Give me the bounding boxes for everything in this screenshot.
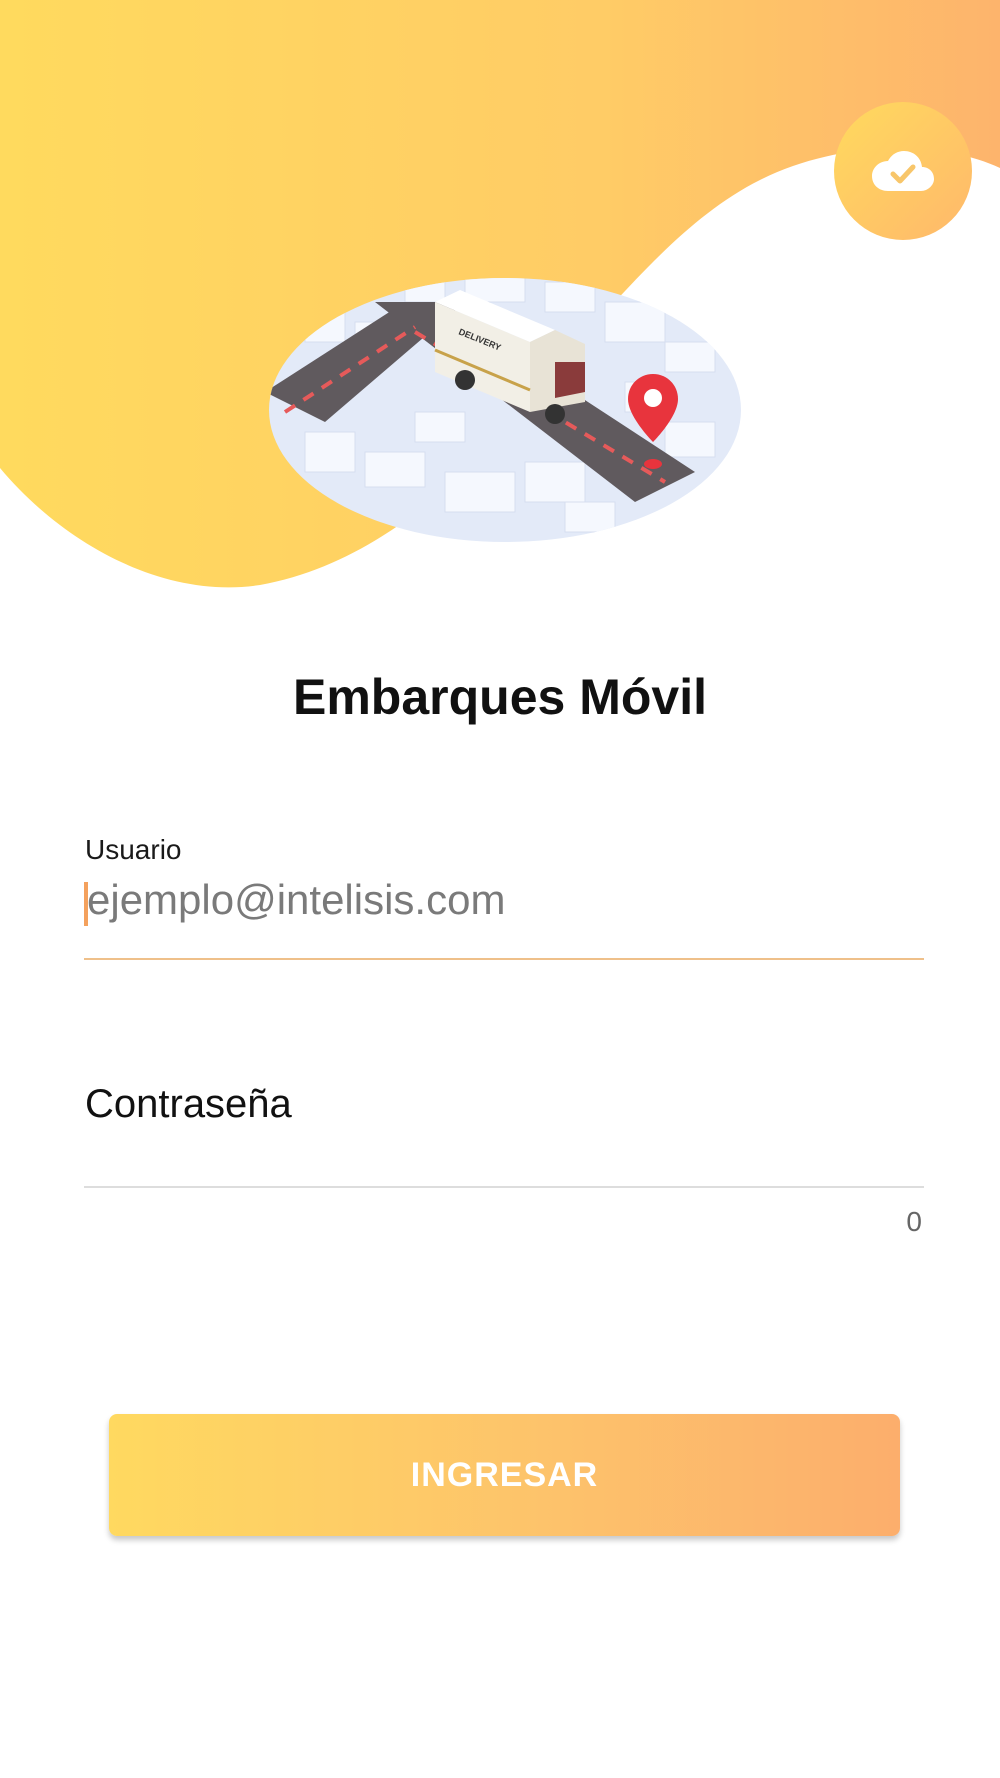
password-input-underline (84, 1186, 924, 1188)
cloud-check-icon (872, 151, 934, 191)
delivery-truck-illustration: DELIVERY (269, 278, 741, 542)
login-button[interactable]: INGRESAR (109, 1414, 900, 1536)
app-title: Embarques Móvil (293, 669, 707, 725)
cloud-sync-button[interactable] (834, 102, 972, 240)
password-character-counter: 0 (906, 1206, 922, 1237)
user-input-underline (84, 958, 924, 960)
user-field-label: Usuario (85, 834, 182, 865)
user-input[interactable] (85, 876, 927, 924)
password-field-label[interactable]: Contraseña (85, 1082, 292, 1127)
